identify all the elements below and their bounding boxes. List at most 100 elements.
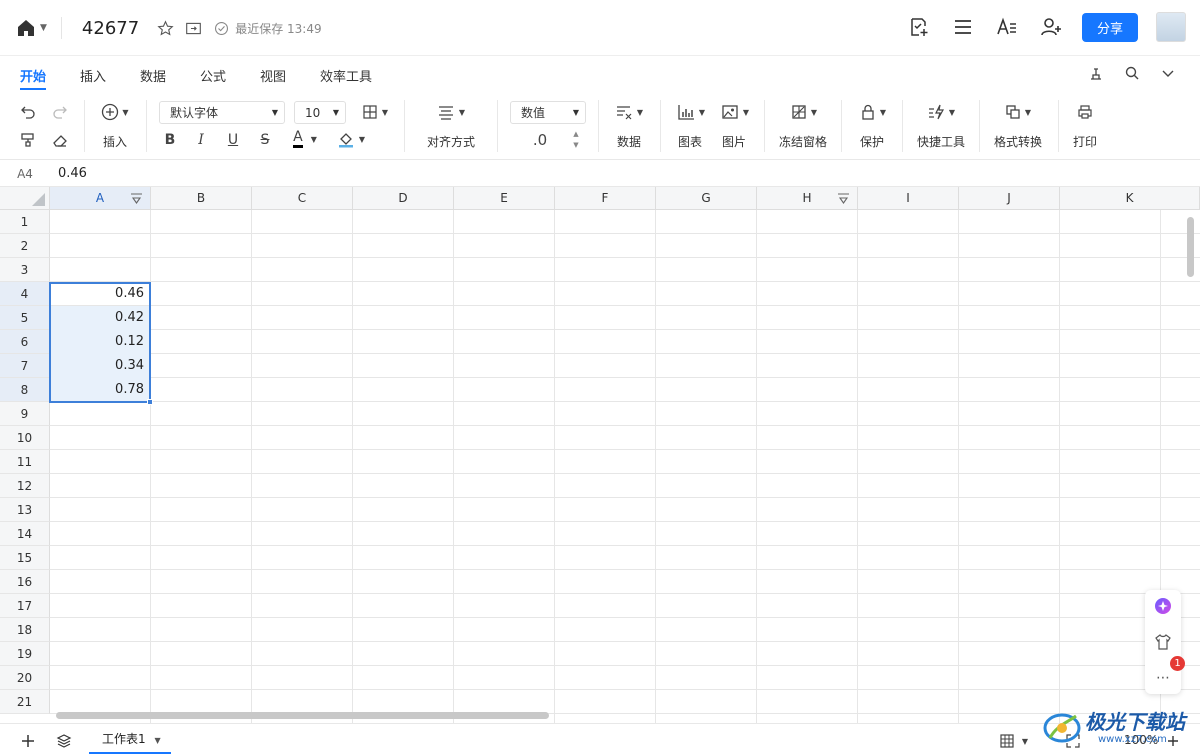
skin-theme-icon[interactable] [1152, 631, 1174, 653]
format-painter-icon[interactable] [18, 130, 38, 150]
cell-a6[interactable]: 0.12 [50, 330, 151, 354]
row-header[interactable]: 18 [0, 618, 50, 642]
row-header[interactable]: 20 [0, 666, 50, 690]
row-header[interactable]: 9 [0, 402, 50, 426]
data-dropdown[interactable]: ▼ [612, 102, 646, 122]
add-sheet-icon[interactable] [19, 732, 37, 750]
column-header[interactable]: A [50, 187, 151, 210]
column-header[interactable]: J [959, 187, 1060, 210]
cell-a4[interactable]: 0.46 [50, 282, 151, 306]
cell-grid[interactable] [50, 210, 1200, 723]
row-header[interactable]: 1 [0, 210, 50, 234]
insert-dropdown[interactable]: ▼ [98, 102, 132, 122]
move-to-folder-icon[interactable] [183, 18, 203, 38]
increase-decimal-arrow-icon[interactable]: ▲ [570, 129, 582, 139]
tab-view[interactable]: 视图 [260, 66, 286, 85]
redo-icon[interactable] [50, 102, 70, 122]
add-to-checklist-icon[interactable] [906, 14, 932, 40]
decimal-places[interactable]: .0 [528, 130, 552, 150]
freeze-panes-dropdown[interactable]: ▼ [787, 102, 821, 122]
formula-input[interactable]: 0.46 [58, 161, 87, 187]
filter-icon[interactable] [130, 193, 143, 204]
italic-button[interactable]: I [191, 130, 211, 150]
column-header[interactable]: K [1060, 187, 1200, 210]
home-button[interactable]: ▼ [16, 18, 47, 38]
star-icon[interactable] [155, 18, 175, 38]
row-header[interactable]: 10 [0, 426, 50, 450]
row-header[interactable]: 16 [0, 570, 50, 594]
bold-button[interactable]: B [160, 130, 180, 150]
tab-efficiency-tools[interactable]: 效率工具 [320, 66, 372, 85]
print-button[interactable] [1075, 102, 1095, 122]
font-size-select[interactable]: 10 ▼ [294, 101, 346, 124]
underline-button[interactable]: U [223, 130, 243, 150]
column-header[interactable]: D [353, 187, 454, 210]
row-header[interactable]: 7 [0, 354, 50, 378]
spreadsheet-grid[interactable]: A B C D E F G H I J K 1 2 3 4 5 6 7 8 9 … [0, 187, 1200, 723]
row-header[interactable]: 11 [0, 450, 50, 474]
chart-dropdown[interactable]: ▼ [674, 102, 708, 122]
row-header[interactable]: 4 [0, 282, 50, 306]
row-header[interactable]: 3 [0, 258, 50, 282]
collapse-ribbon-icon[interactable] [1160, 65, 1176, 81]
row-header[interactable]: 15 [0, 546, 50, 570]
select-all-corner[interactable] [0, 187, 50, 210]
row-header[interactable]: 19 [0, 642, 50, 666]
row-header[interactable]: 12 [0, 474, 50, 498]
document-title[interactable]: 42677 [82, 18, 139, 39]
column-header[interactable]: B [151, 187, 252, 210]
format-painter-pin-icon[interactable] [1088, 65, 1104, 81]
avatar[interactable] [1156, 12, 1186, 42]
number-format-select[interactable]: 数值 ▼ [510, 101, 586, 124]
format-convert-dropdown[interactable]: ▼ [1001, 102, 1035, 122]
decrease-decimal-arrow-icon[interactable]: ▼ [570, 140, 582, 150]
sheet-tab[interactable]: 工作表1 ▼ [89, 724, 171, 754]
quick-tools-dropdown[interactable]: ▼ [923, 102, 959, 122]
font-color-button[interactable]: A ▼ [287, 128, 323, 150]
column-header[interactable]: F [555, 187, 656, 210]
add-collaborator-icon[interactable] [1038, 14, 1064, 40]
sheet-list-icon[interactable] [55, 732, 73, 750]
row-header[interactable]: 14 [0, 522, 50, 546]
cell-a5[interactable]: 0.42 [50, 306, 151, 330]
row-header[interactable]: 5 [0, 306, 50, 330]
borders-dropdown[interactable]: ▼ [358, 102, 392, 122]
font-family-select[interactable]: 默认字体 ▼ [159, 101, 285, 124]
undo-icon[interactable] [18, 102, 38, 122]
fill-handle[interactable] [147, 399, 153, 405]
tab-formula[interactable]: 公式 [200, 66, 226, 85]
more-options-icon[interactable]: ⋯ [1152, 667, 1174, 689]
search-icon[interactable] [1124, 65, 1140, 81]
chevron-down-icon[interactable]: ▼ [154, 736, 160, 745]
row-header[interactable]: 21 [0, 690, 50, 714]
row-header[interactable]: 6 [0, 330, 50, 354]
share-button[interactable]: 分享 [1082, 12, 1138, 42]
strikethrough-button[interactable]: S [255, 130, 275, 150]
protect-dropdown[interactable]: ▼ [856, 102, 890, 122]
fill-color-button[interactable]: ▼ [333, 128, 369, 150]
row-header[interactable]: 2 [0, 234, 50, 258]
view-mode-icon[interactable] [998, 732, 1016, 750]
row-header[interactable]: 17 [0, 594, 50, 618]
cell-a8[interactable]: 0.78 [50, 378, 151, 402]
vertical-scrollbar[interactable] [1187, 217, 1194, 277]
menu-icon[interactable] [950, 14, 976, 40]
horizontal-scrollbar[interactable] [56, 712, 549, 719]
column-header[interactable]: I [858, 187, 959, 210]
tab-data[interactable]: 数据 [140, 66, 166, 85]
cell-reference[interactable]: A4 [0, 161, 50, 187]
ai-assistant-icon[interactable] [1152, 595, 1174, 617]
column-header[interactable]: C [252, 187, 353, 210]
column-header[interactable]: G [656, 187, 757, 210]
image-dropdown[interactable]: ▼ [718, 102, 752, 122]
column-header[interactable]: H [757, 187, 858, 210]
view-mode-dropdown-icon[interactable]: ▼ [1016, 732, 1034, 750]
row-header[interactable]: 8 [0, 378, 50, 402]
text-size-icon[interactable] [994, 14, 1020, 40]
eraser-icon[interactable] [50, 130, 70, 150]
tab-insert[interactable]: 插入 [80, 66, 106, 85]
column-header[interactable]: E [454, 187, 555, 210]
row-header[interactable]: 13 [0, 498, 50, 522]
cell-a7[interactable]: 0.34 [50, 354, 151, 378]
tab-start[interactable]: 开始 [20, 66, 47, 90]
